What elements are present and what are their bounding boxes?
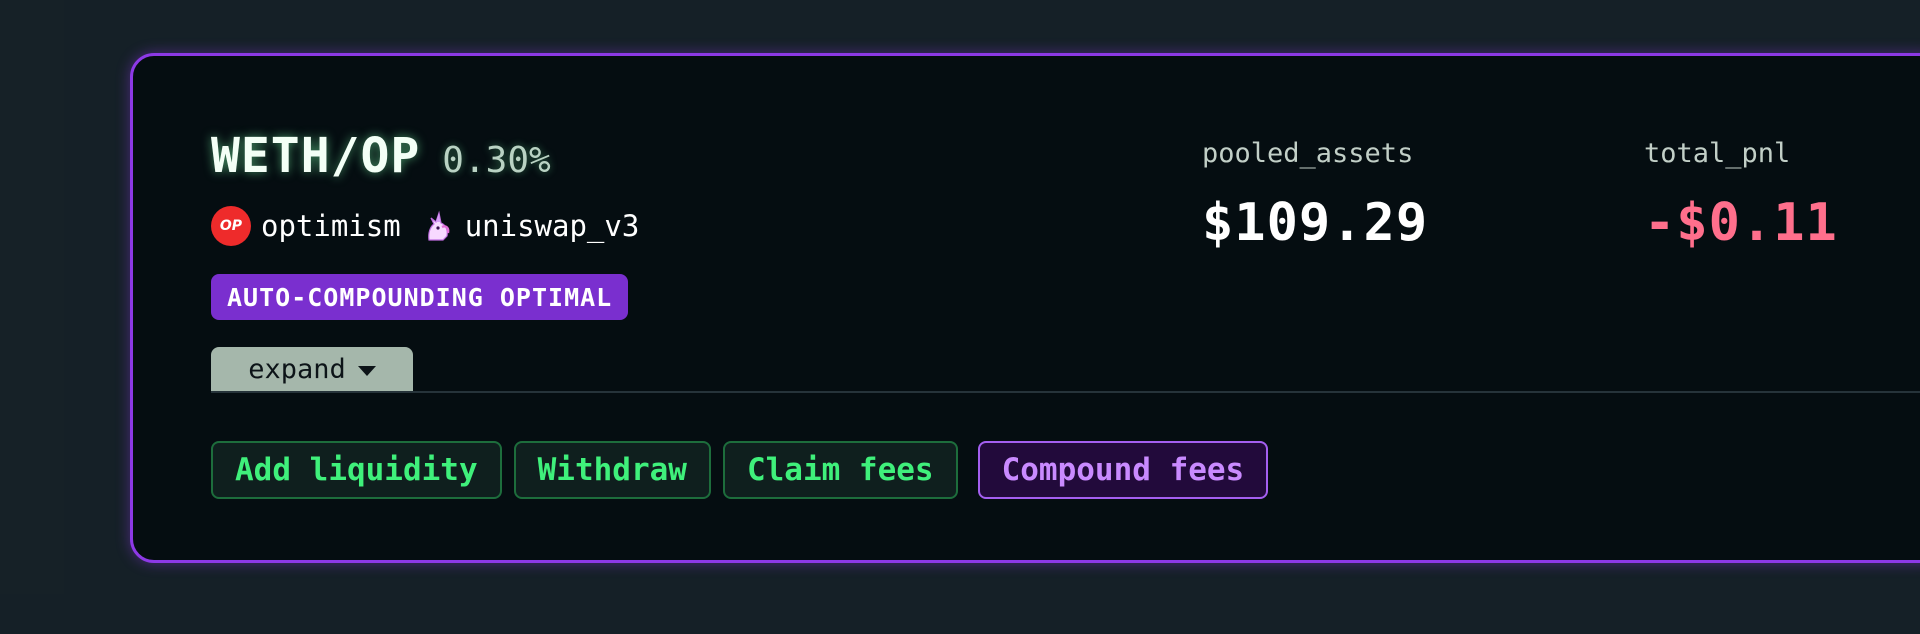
strategy-badge: AUTO-COMPOUNDING OPTIMAL [211, 274, 629, 320]
network-label: optimism [261, 209, 401, 243]
action-bar: Add liquidity Withdraw Claim fees Compou… [211, 441, 1269, 499]
protocol-label: uniswap_v3 [464, 209, 640, 243]
pooled-assets-value: $109.29 [1202, 193, 1429, 253]
expand-label: expand [248, 353, 346, 385]
position-card: WETH/OP 0.30% OP optimism uniswap_v3 AUT… [130, 53, 1920, 563]
total-pnl-value: -$0.11 [1644, 193, 1838, 253]
title-row: WETH/OP 0.30% [211, 128, 551, 184]
pair-title: WETH/OP [211, 128, 421, 184]
expand-toggle[interactable]: expand [211, 347, 413, 391]
unicorn-icon [419, 208, 455, 244]
caret-down-icon [357, 365, 376, 376]
add-liquidity-button[interactable]: Add liquidity [211, 441, 502, 499]
compound-fees-button[interactable]: Compound fees [977, 441, 1269, 499]
pooled-assets-stat: pooled_assets $109.29 [1202, 138, 1428, 253]
network-row: OP optimism uniswap_v3 [211, 206, 639, 246]
total-pnl-label: total_pnl [1644, 138, 1791, 169]
pooled-assets-label: pooled_assets [1202, 138, 1414, 169]
fee-tier: 0.30% [442, 140, 551, 181]
total-pnl-stat: total_pnl -$0.11 [1644, 138, 1838, 253]
claim-fees-button[interactable]: Claim fees [722, 441, 958, 499]
divider [211, 391, 1920, 393]
withdraw-button[interactable]: Withdraw [513, 441, 711, 499]
optimism-icon: OP [211, 206, 251, 246]
side-strip [0, 0, 64, 594]
